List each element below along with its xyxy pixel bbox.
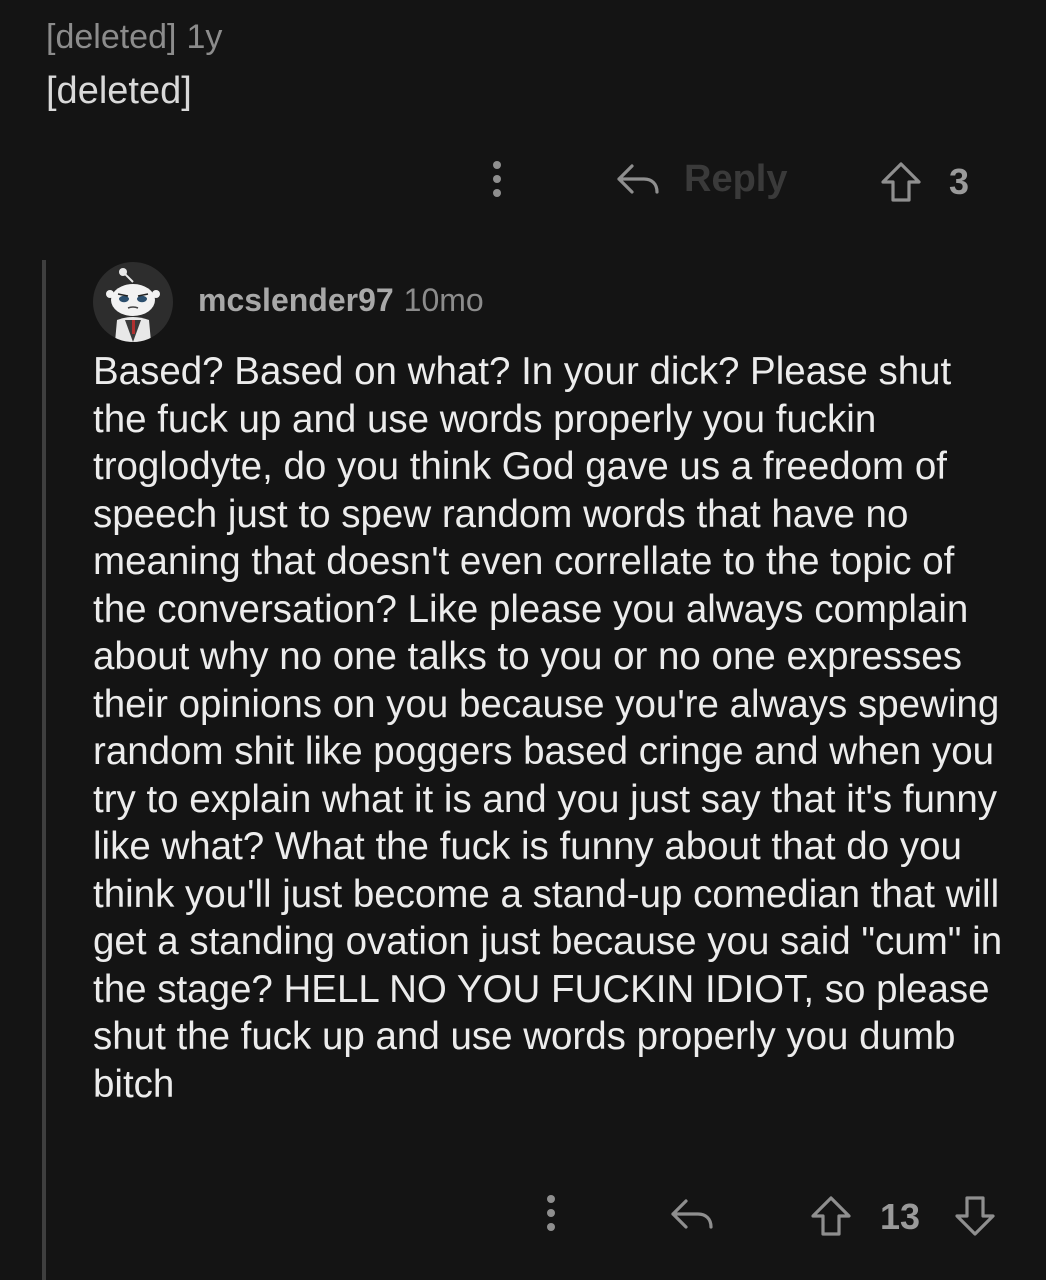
avatar[interactable] xyxy=(93,262,173,342)
thread-line[interactable] xyxy=(42,260,46,1280)
reply-comment-header: mcslender97 10mo xyxy=(198,282,484,319)
parent-score: 3 xyxy=(949,161,970,202)
upvote-icon[interactable] xyxy=(878,160,924,204)
more-options-icon[interactable] xyxy=(489,161,505,197)
reply-button[interactable] xyxy=(668,1195,716,1235)
reply-comment-age: 10mo xyxy=(403,282,484,318)
parent-comment-header: [deleted] 1y xyxy=(46,18,222,57)
upvote-icon[interactable] xyxy=(808,1194,854,1238)
parent-comment-body: [deleted] xyxy=(46,70,192,112)
reply-arrow-icon xyxy=(617,164,659,194)
reply-button[interactable] xyxy=(614,160,662,200)
reply-arrow-icon xyxy=(671,1199,713,1229)
downvote-icon[interactable] xyxy=(952,1194,998,1238)
parent-author-name[interactable]: [deleted] xyxy=(46,18,176,56)
snoo-avatar-icon xyxy=(106,268,160,342)
parent-comment-age: 1y xyxy=(186,18,223,56)
reply-label[interactable]: Reply xyxy=(684,158,787,201)
reply-comment-body: Based? Based on what? In your dick? Plea… xyxy=(93,350,1003,1106)
reply-score: 13 xyxy=(880,1196,921,1237)
more-options-icon[interactable] xyxy=(543,1195,559,1231)
reply-author-name[interactable]: mcslender97 xyxy=(198,282,394,318)
